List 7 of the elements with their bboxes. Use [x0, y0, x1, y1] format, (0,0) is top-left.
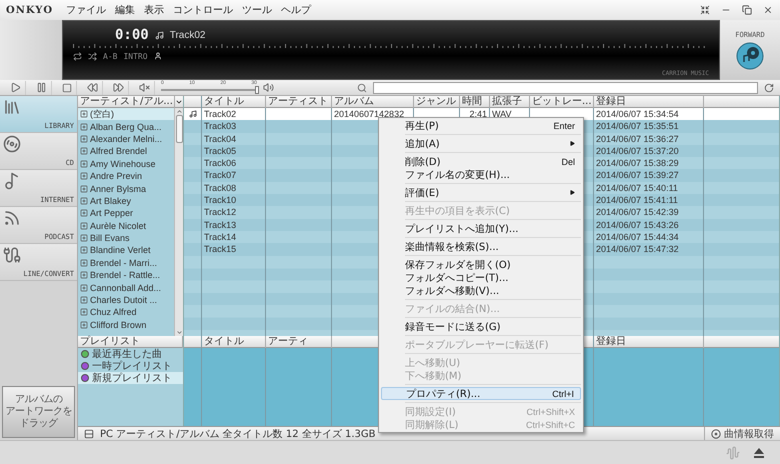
artwork-hint-text: アートワークを	[5, 406, 72, 418]
track-name: Track02	[170, 30, 206, 40]
elapsed-time: 0:00	[115, 27, 149, 43]
app-logo: ONKYO	[6, 4, 54, 16]
status-text: PC アーティスト/アルバム 全タイトル数 12 全サイズ 1.3GB	[100, 428, 376, 440]
artwork-hint-text: ドラッグ	[20, 418, 58, 430]
artwork-hint-text: アルバムの	[14, 394, 62, 406]
